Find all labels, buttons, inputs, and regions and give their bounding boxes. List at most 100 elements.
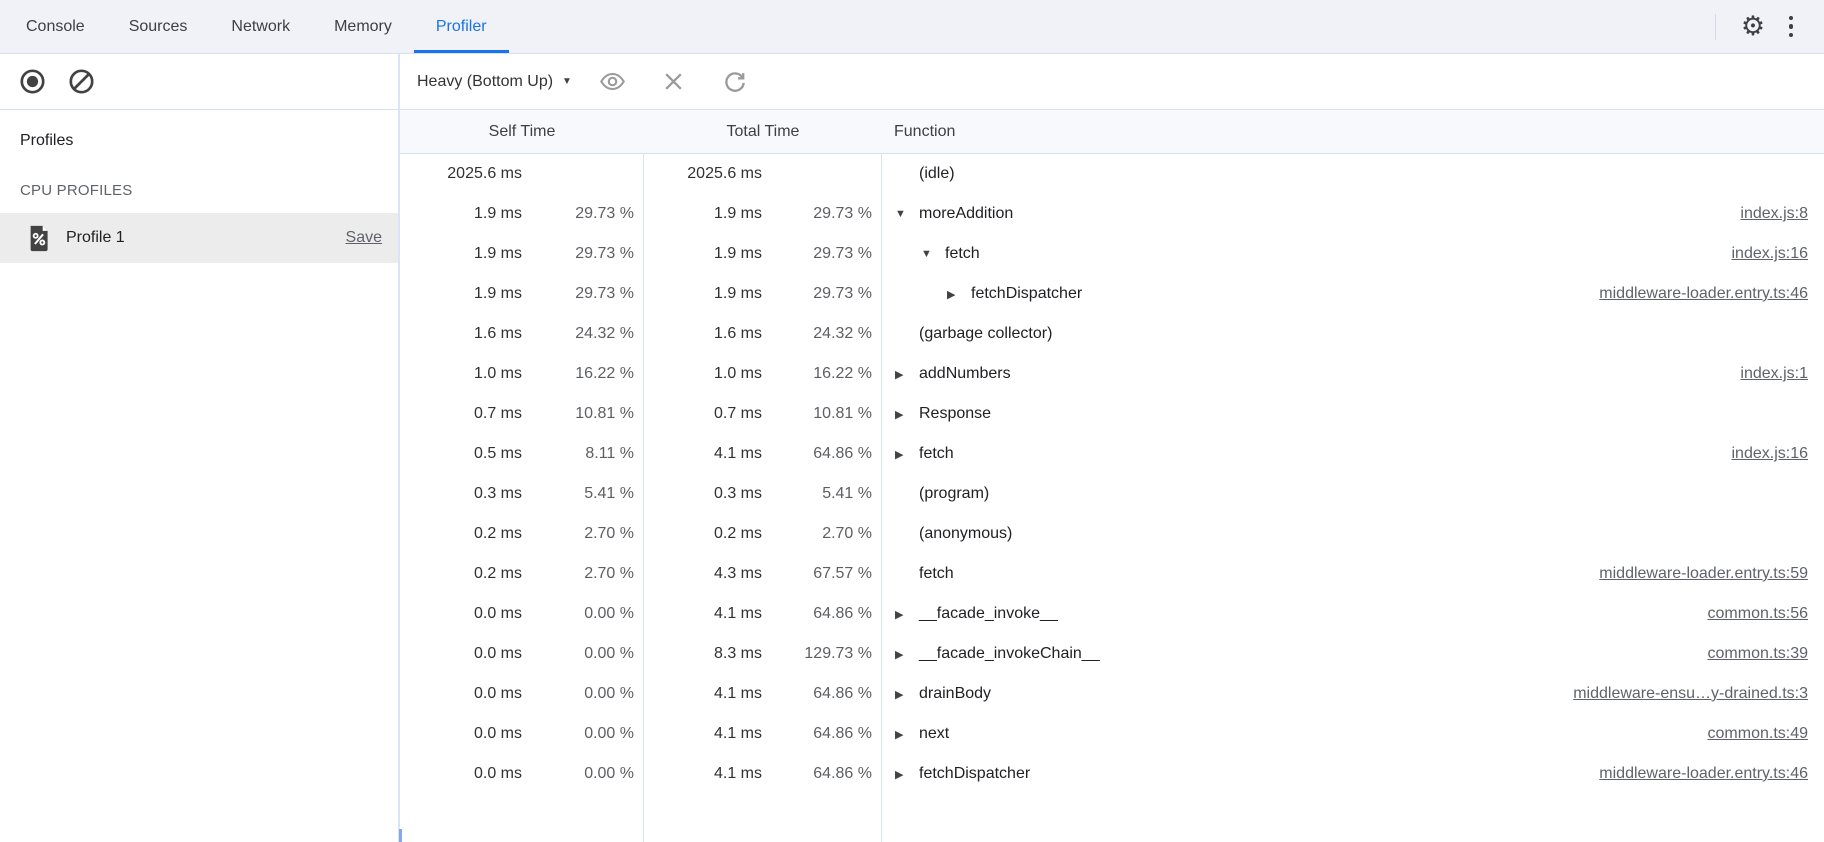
function-name: next [919,725,949,743]
self-time-value: 0.0 ms [400,605,522,623]
record-profile-button[interactable] [18,68,46,96]
toolbar-icons [599,68,749,96]
column-header-function[interactable]: Function [882,110,1824,153]
self-time-percent: 29.73 % [522,285,634,303]
tree-toggle-icon[interactable]: ▶ [895,728,919,741]
profile-name: Profile 1 [66,229,346,247]
devtools-tabbar: Console Sources Network Memory Profiler … [0,0,1824,54]
source-location-link[interactable]: middleware-loader.entry.ts:46 [1579,285,1808,303]
source-location-link[interactable]: common.ts:56 [1688,605,1808,623]
table-row[interactable]: 0.3 ms 5.41 % 0.3 ms 5.41 % (program) [400,474,1824,514]
function-name: fetchDispatcher [971,285,1082,303]
total-time-percent: 64.86 % [762,725,872,743]
function-name: fetchDispatcher [919,765,1030,783]
more-options-button[interactable] [1772,8,1810,46]
restore-nodes-button[interactable] [721,68,749,96]
source-location-link[interactable]: middleware-loader.entry.ts:46 [1579,765,1808,783]
table-row[interactable]: 1.6 ms 24.32 % 1.6 ms 24.32 % (garbage c… [400,314,1824,354]
function-name: fetch [919,445,954,463]
table-row[interactable]: 1.0 ms 16.22 % 1.0 ms 16.22 % ▶ addNumbe… [400,354,1824,394]
function-name: addNumbers [919,365,1011,383]
tree-toggle-icon[interactable]: ▶ [895,408,919,421]
source-location-link[interactable]: common.ts:49 [1688,725,1808,743]
total-time-percent: 64.86 % [762,605,872,623]
table-row[interactable]: 2025.6 ms 2025.6 ms (idle) [400,154,1824,194]
tree-toggle-icon[interactable]: ▶ [895,768,919,781]
self-time-value: 0.2 ms [400,565,522,583]
total-time-percent: 64.86 % [762,765,872,783]
self-time-percent: 2.70 % [522,525,634,543]
view-mode-dropdown[interactable]: Heavy (Bottom Up) ▼ [417,73,572,91]
tab-console[interactable]: Console [4,0,107,53]
table-row[interactable]: 1.9 ms 29.73 % 1.9 ms 29.73 % ▼ fetch in… [400,234,1824,274]
self-time-value: 0.0 ms [400,685,522,703]
settings-button[interactable]: ⚙ [1734,8,1772,46]
exclude-selected-button[interactable] [660,68,688,96]
total-time-percent: 29.73 % [762,285,872,303]
table-row[interactable]: 0.0 ms 0.00 % 4.1 ms 64.86 % ▶ next comm… [400,714,1824,754]
total-time-value: 1.6 ms [644,325,762,343]
function-name: __facade_invokeChain__ [919,645,1100,663]
function-name: (garbage collector) [919,325,1052,343]
total-time-value: 0.3 ms [644,485,762,503]
grid-header: Self Time Total Time Function [400,110,1824,154]
total-time-value: 1.9 ms [644,205,762,223]
tab-sources[interactable]: Sources [107,0,210,53]
table-row[interactable]: 0.5 ms 8.11 % 4.1 ms 64.86 % ▶ fetch ind… [400,434,1824,474]
column-header-self-time[interactable]: Self Time [400,110,644,153]
tree-toggle-icon[interactable]: ▼ [921,248,945,260]
self-time-value: 1.0 ms [400,365,522,383]
profile-list-item[interactable]: Profile 1 Save [0,213,398,263]
table-row[interactable]: 1.9 ms 29.73 % 1.9 ms 29.73 % ▼ moreAddi… [400,194,1824,234]
table-row[interactable]: 0.0 ms 0.00 % 4.1 ms 64.86 % ▶ fetchDisp… [400,754,1824,794]
source-location-link[interactable]: common.ts:39 [1688,645,1808,663]
tree-toggle-icon[interactable]: ▶ [947,288,971,301]
source-location-link[interactable]: middleware-ensu…y-drained.ts:3 [1553,685,1808,703]
tree-toggle-icon[interactable]: ▶ [895,648,919,661]
source-location-link[interactable]: middleware-loader.entry.ts:59 [1579,565,1808,583]
table-row[interactable]: 0.0 ms 0.00 % 4.1 ms 64.86 % ▶ __facade_… [400,594,1824,634]
self-time-percent: 29.73 % [522,245,634,263]
table-row[interactable]: 0.2 ms 2.70 % 4.3 ms 67.57 % fetch middl… [400,554,1824,594]
clear-profiles-button[interactable] [67,68,95,96]
source-location-link[interactable]: index.js:1 [1720,365,1808,383]
tab-network[interactable]: Network [209,0,312,53]
save-profile-link[interactable]: Save [346,229,382,247]
total-time-value: 0.7 ms [644,405,762,423]
total-time-percent: 64.86 % [762,445,872,463]
function-name: Response [919,405,991,423]
table-row[interactable]: 0.0 ms 0.00 % 4.1 ms 64.86 % ▶ drainBody… [400,674,1824,714]
tree-toggle-icon[interactable]: ▶ [895,368,919,381]
record-icon [19,68,46,95]
total-time-percent: 29.73 % [762,245,872,263]
function-name: (idle) [919,165,955,183]
profiles-sidebar-toolbar [0,54,398,110]
table-row[interactable]: 0.7 ms 10.81 % 0.7 ms 10.81 % ▶ Response [400,394,1824,434]
total-time-value: 8.3 ms [644,645,762,663]
total-time-value: 4.3 ms [644,565,762,583]
table-row[interactable]: 0.2 ms 2.70 % 0.2 ms 2.70 % (anonymous) [400,514,1824,554]
self-time-percent: 10.81 % [522,405,634,423]
divider-accent [399,829,402,842]
total-time-value: 1.0 ms [644,365,762,383]
tab-profiler[interactable]: Profiler [414,0,509,53]
table-row[interactable]: 1.9 ms 29.73 % 1.9 ms 29.73 % ▶ fetchDis… [400,274,1824,314]
total-time-value: 4.1 ms [644,685,762,703]
total-time-value: 4.1 ms [644,725,762,743]
source-location-link[interactable]: index.js:16 [1712,245,1809,263]
tab-memory[interactable]: Memory [312,0,414,53]
source-location-link[interactable]: index.js:16 [1712,445,1809,463]
focus-selected-button[interactable] [599,68,627,96]
tree-toggle-icon[interactable]: ▼ [895,208,919,220]
column-header-total-time[interactable]: Total Time [644,110,882,153]
table-row[interactable]: 0.0 ms 0.00 % 8.3 ms 129.73 % ▶ __facade… [400,634,1824,674]
function-name: (anonymous) [919,525,1012,543]
tree-toggle-icon[interactable]: ▶ [895,448,919,461]
self-time-value: 0.3 ms [400,485,522,503]
self-time-percent: 0.00 % [522,605,634,623]
self-time-value: 1.9 ms [400,285,522,303]
tree-toggle-icon[interactable]: ▶ [895,688,919,701]
source-location-link[interactable]: index.js:8 [1720,205,1808,223]
tree-toggle-icon[interactable]: ▶ [895,608,919,621]
self-time-percent: 24.32 % [522,325,634,343]
